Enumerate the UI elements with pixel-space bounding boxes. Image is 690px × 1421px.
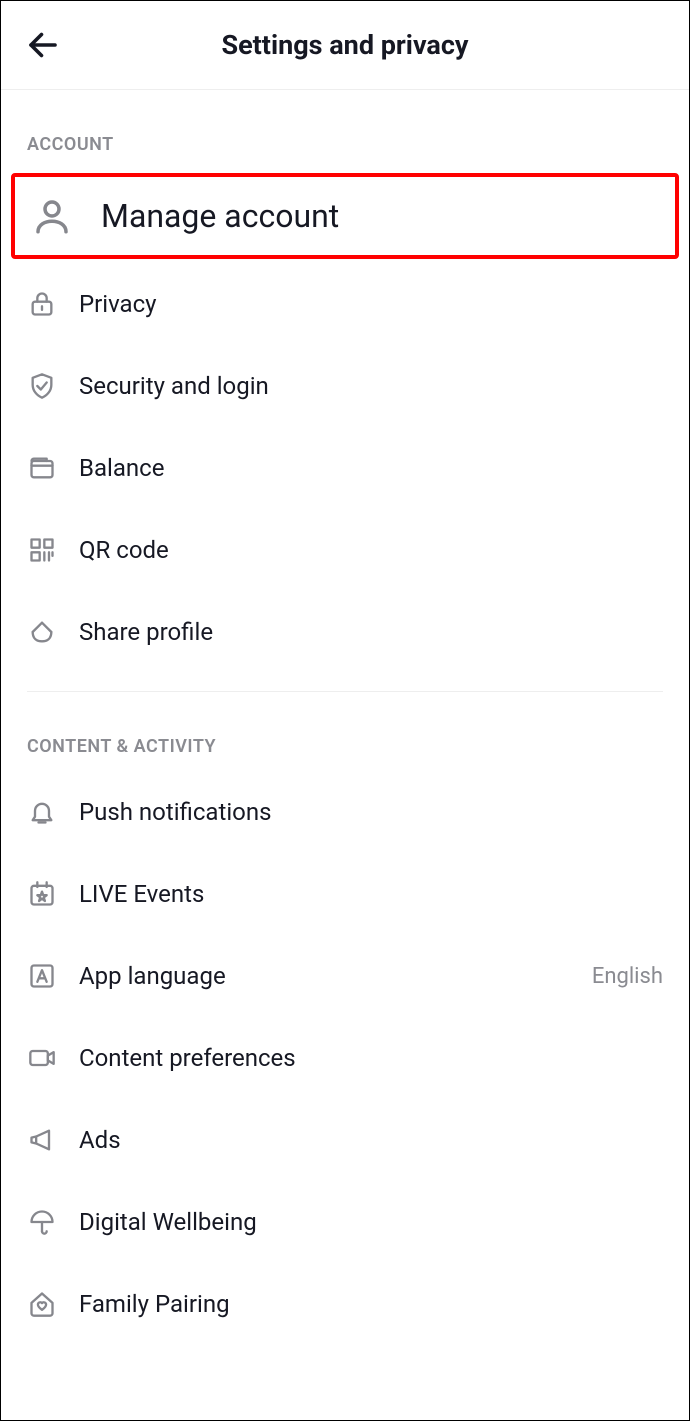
item-live-events[interactable]: LIVE Events bbox=[1, 853, 689, 935]
item-label: Share profile bbox=[79, 618, 663, 646]
item-content-preferences[interactable]: Content preferences bbox=[1, 1017, 689, 1099]
wallet-icon bbox=[27, 453, 57, 483]
back-button[interactable] bbox=[25, 27, 61, 63]
page-title: Settings and privacy bbox=[1, 29, 689, 61]
item-value: English bbox=[592, 964, 663, 989]
item-push-notifications[interactable]: Push notifications bbox=[1, 771, 689, 853]
item-label: QR code bbox=[79, 536, 663, 564]
arrow-left-icon bbox=[25, 27, 61, 63]
shield-icon bbox=[27, 371, 57, 401]
language-icon bbox=[27, 961, 57, 991]
section-header-content: CONTENT & ACTIVITY bbox=[1, 692, 689, 771]
megaphone-icon bbox=[27, 1125, 57, 1155]
item-ads[interactable]: Ads bbox=[1, 1099, 689, 1181]
item-label: Manage account bbox=[101, 197, 663, 235]
qr-code-icon bbox=[27, 535, 57, 565]
item-qr-code[interactable]: QR code bbox=[1, 509, 689, 591]
item-digital-wellbeing[interactable]: Digital Wellbeing bbox=[1, 1181, 689, 1263]
item-label: Digital Wellbeing bbox=[79, 1208, 663, 1236]
home-heart-icon bbox=[27, 1289, 57, 1319]
item-label: App language bbox=[79, 962, 592, 990]
item-manage-account[interactable]: Manage account bbox=[11, 173, 679, 259]
item-label: Ads bbox=[79, 1126, 663, 1154]
bell-icon bbox=[27, 797, 57, 827]
item-privacy[interactable]: Privacy bbox=[1, 263, 689, 345]
item-label: Push notifications bbox=[79, 798, 663, 826]
item-share-profile[interactable]: Share profile bbox=[1, 591, 689, 673]
item-label: Balance bbox=[79, 454, 663, 482]
item-family-pairing[interactable]: Family Pairing bbox=[1, 1263, 689, 1345]
item-label: Family Pairing bbox=[79, 1290, 663, 1318]
lock-icon bbox=[27, 289, 57, 319]
umbrella-icon bbox=[27, 1207, 57, 1237]
share-icon bbox=[27, 617, 57, 647]
item-app-language[interactable]: App language English bbox=[1, 935, 689, 1017]
item-label: LIVE Events bbox=[79, 880, 663, 908]
item-balance[interactable]: Balance bbox=[1, 427, 689, 509]
header: Settings and privacy bbox=[1, 1, 689, 90]
video-icon bbox=[27, 1043, 57, 1073]
person-icon bbox=[31, 195, 73, 237]
calendar-star-icon bbox=[27, 879, 57, 909]
item-security[interactable]: Security and login bbox=[1, 345, 689, 427]
section-header-account: ACCOUNT bbox=[1, 90, 689, 169]
item-label: Security and login bbox=[79, 372, 663, 400]
item-label: Content preferences bbox=[79, 1044, 663, 1072]
item-label: Privacy bbox=[79, 290, 663, 318]
